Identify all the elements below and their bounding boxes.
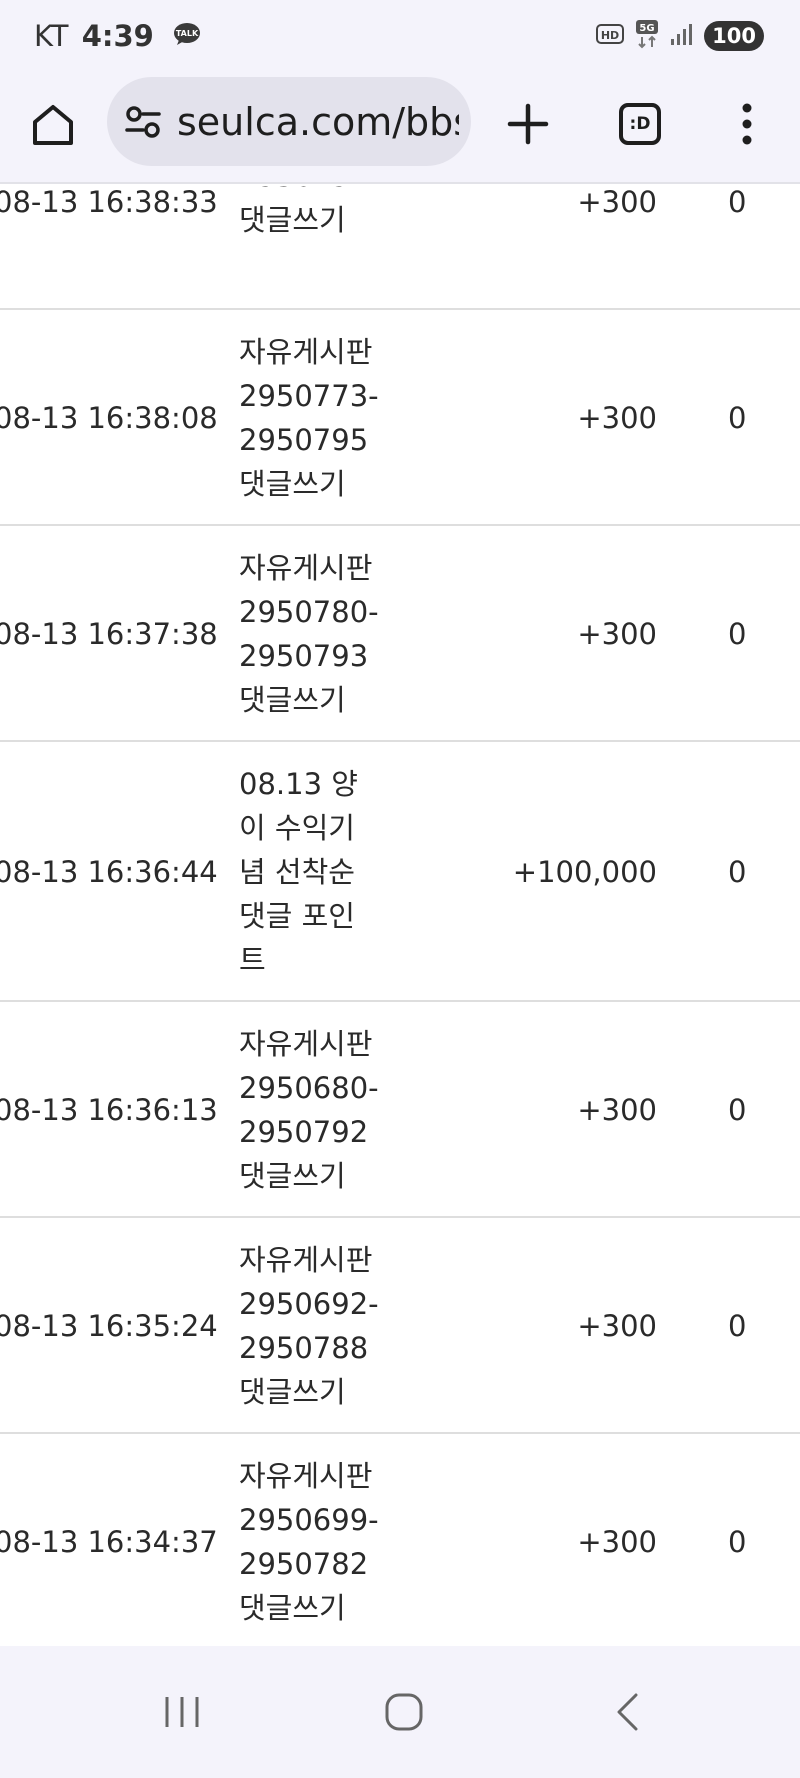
row-description-line: 2950692- bbox=[239, 1287, 379, 1321]
row-balance: 0 bbox=[728, 186, 747, 219]
row-description[interactable]: 자유게시판 2950680- 2950792 댓글쓰기 bbox=[239, 1022, 389, 1198]
row-description[interactable]: 자유게시판 2950773- 2950795 댓글쓰기 bbox=[239, 330, 389, 506]
table-row: 08-13 16:36:13 자유게시판 2950680- 2950792 댓글… bbox=[0, 1002, 800, 1218]
point-history-table[interactable]: 08-13 16:38:33 2950777 2950797 댓글쓰기 +300… bbox=[0, 186, 800, 1646]
row-description-line: 자유게시판 bbox=[239, 1027, 373, 1061]
status-right: HD 5G 100 bbox=[596, 20, 764, 52]
row-balance: 0 bbox=[728, 1525, 747, 1559]
recent-apps-button[interactable] bbox=[162, 1694, 202, 1730]
status-left: KT 4:39 TALK bbox=[34, 18, 201, 54]
row-description-line: 자유게시판 bbox=[239, 335, 373, 369]
row-points: +300 bbox=[577, 1093, 657, 1127]
table-row: 08-13 16:37:38 자유게시판 2950780- 2950793 댓글… bbox=[0, 526, 800, 742]
row-points: +300 bbox=[577, 401, 657, 435]
table-row: 08-13 16:38:33 2950777 2950797 댓글쓰기 +300… bbox=[0, 186, 800, 310]
row-description-line: 댓글쓰기 bbox=[239, 1591, 346, 1625]
row-description-line: 댓글쓰기 bbox=[239, 683, 346, 717]
table-row: 08-13 16:38:08 자유게시판 2950773- 2950795 댓글… bbox=[0, 310, 800, 526]
row-balance: 0 bbox=[728, 1309, 747, 1343]
row-balance: 0 bbox=[728, 1093, 747, 1127]
row-description-line: 자유게시판 bbox=[239, 1459, 373, 1493]
row-description-line: 2950782 bbox=[239, 1547, 369, 1581]
kakaotalk-notification-icon: TALK bbox=[173, 18, 201, 54]
home-button[interactable] bbox=[28, 100, 78, 150]
nav-home-icon bbox=[385, 1693, 423, 1731]
carrier-label: KT bbox=[34, 19, 69, 53]
row-description-line: 2950680- bbox=[239, 1071, 379, 1105]
row-date: 08-13 16:35:24 bbox=[0, 1309, 218, 1343]
row-points: +300 bbox=[577, 617, 657, 651]
row-description-line: 트 bbox=[239, 943, 266, 977]
browser-toolbar: seulca.com/bbs :D bbox=[0, 72, 800, 184]
row-date: 08-13 16:34:37 bbox=[0, 1525, 218, 1559]
row-description-line: 2950793 bbox=[239, 639, 369, 673]
clock: 4:39 bbox=[81, 19, 154, 53]
row-date: 08-13 16:36:44 bbox=[0, 855, 218, 889]
row-description-line: 2950699- bbox=[239, 1503, 379, 1537]
talk-badge-text: TALK bbox=[176, 29, 199, 38]
row-description-line: 2950795 bbox=[239, 423, 369, 457]
status-bar: KT 4:39 TALK HD 5G 100 bbox=[0, 0, 800, 72]
back-button[interactable] bbox=[614, 1692, 640, 1732]
signal-strength-icon bbox=[670, 22, 694, 50]
row-balance: 0 bbox=[728, 617, 747, 651]
row-points: +300 bbox=[577, 1525, 657, 1559]
row-description-line: 2950797 bbox=[239, 186, 389, 198]
address-bar[interactable]: seulca.com/bbs bbox=[107, 77, 471, 166]
tune-icon[interactable] bbox=[125, 105, 161, 139]
row-description-line: 댓글 포인 bbox=[239, 899, 355, 933]
row-date: 08-13 16:36:13 bbox=[0, 1093, 218, 1127]
table-row: 08-13 16:34:37 자유게시판 2950699- 2950782 댓글… bbox=[0, 1434, 800, 1646]
row-points: +300 bbox=[577, 1309, 657, 1343]
row-points: +100,000 bbox=[512, 855, 657, 889]
row-description-line: 2950780- bbox=[239, 595, 379, 629]
row-description-line: 댓글쓰기 bbox=[239, 467, 346, 501]
row-description[interactable]: 자유게시판 2950692- 2950788 댓글쓰기 bbox=[239, 1238, 389, 1414]
row-description-line: 2950792 bbox=[239, 1115, 369, 1149]
plus-icon bbox=[507, 103, 549, 145]
row-description-line: 댓글쓰기 bbox=[239, 1375, 346, 1409]
row-balance: 0 bbox=[728, 855, 747, 889]
network-5g-icon: 5G bbox=[634, 19, 660, 53]
table-row: 08-13 16:36:44 08.13 양 이 수익기 념 선착순 댓글 포인… bbox=[0, 742, 800, 1002]
row-description-line: 이 수익기 bbox=[239, 811, 355, 845]
row-balance: 0 bbox=[728, 401, 747, 435]
back-icon bbox=[617, 1693, 638, 1731]
hd-voice-icon: HD bbox=[596, 23, 625, 49]
row-description-line: 념 선착순 bbox=[239, 855, 355, 889]
row-date: 08-13 16:37:38 bbox=[0, 617, 218, 651]
row-description-line: 08.13 양 bbox=[239, 767, 358, 801]
url-text[interactable]: seulca.com/bbs bbox=[177, 99, 459, 145]
home-icon bbox=[33, 105, 73, 145]
row-description-line: 자유게시판 bbox=[239, 551, 373, 585]
row-description[interactable]: 08.13 양 이 수익기 념 선착순 댓글 포인 트 bbox=[239, 762, 389, 982]
row-date: 08-13 16:38:08 bbox=[0, 401, 218, 435]
network-label: 5G bbox=[640, 23, 655, 34]
row-description-line: 댓글쓰기 bbox=[239, 203, 346, 237]
battery-indicator: 100 bbox=[704, 21, 764, 51]
row-description[interactable]: 2950777 2950797 댓글쓰기 bbox=[239, 186, 389, 242]
more-vert-icon bbox=[742, 103, 752, 145]
row-points: +300 bbox=[577, 186, 657, 219]
recent-apps-icon bbox=[165, 1697, 199, 1727]
menu-button[interactable] bbox=[732, 102, 762, 146]
nav-home-button[interactable] bbox=[384, 1692, 424, 1732]
system-navigation-bar bbox=[0, 1646, 800, 1778]
row-description-line: 자유게시판 bbox=[239, 1243, 373, 1277]
row-description-line: 2950773- bbox=[239, 379, 379, 413]
tab-switcher-button[interactable]: :D bbox=[619, 103, 661, 145]
row-description[interactable]: 자유게시판 2950699- 2950782 댓글쓰기 bbox=[239, 1454, 389, 1630]
row-date: 08-13 16:38:33 bbox=[0, 186, 218, 219]
row-description-line: 2950788 bbox=[239, 1331, 369, 1365]
row-description-line: 댓글쓰기 bbox=[239, 1159, 346, 1193]
table-row: 08-13 16:35:24 자유게시판 2950692- 2950788 댓글… bbox=[0, 1218, 800, 1434]
new-tab-button[interactable] bbox=[506, 102, 550, 146]
row-description[interactable]: 자유게시판 2950780- 2950793 댓글쓰기 bbox=[239, 546, 389, 722]
hd-badge-text: HD bbox=[601, 29, 619, 42]
